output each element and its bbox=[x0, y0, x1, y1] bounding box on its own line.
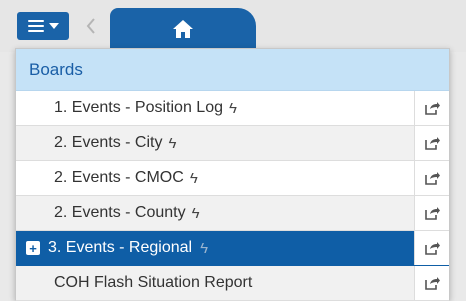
board-item-label: 2. Events - CMOC bbox=[54, 169, 184, 186]
board-item-label: 1. Events - Position Log bbox=[54, 99, 223, 116]
open-external-icon[interactable] bbox=[414, 196, 449, 230]
open-external-icon[interactable] bbox=[414, 231, 449, 265]
boards-panel: Boards 1. Events - Position Log ϟ 2. Eve… bbox=[15, 48, 450, 301]
board-item-label: 2. Events - County bbox=[54, 204, 186, 221]
board-item-city[interactable]: 2. Events - City ϟ bbox=[16, 126, 449, 161]
board-item-flash-report[interactable]: COH Flash Situation Report bbox=[16, 266, 449, 301]
boards-title: Boards bbox=[29, 59, 83, 79]
board-item-position-log[interactable]: 1. Events - Position Log ϟ bbox=[16, 91, 449, 126]
open-external-icon[interactable] bbox=[414, 91, 449, 125]
back-chevron-icon[interactable] bbox=[82, 14, 100, 38]
bolt-icon: ϟ bbox=[228, 99, 237, 117]
boards-header: Boards bbox=[16, 49, 449, 91]
home-icon bbox=[173, 20, 193, 38]
hamburger-icon bbox=[27, 20, 44, 32]
board-item-label: 3. Events - Regional bbox=[48, 239, 193, 256]
board-item-label: COH Flash Situation Report bbox=[54, 274, 253, 291]
board-item-county[interactable]: 2. Events - County ϟ bbox=[16, 196, 449, 231]
bolt-icon: ϟ bbox=[200, 239, 209, 257]
menu-button[interactable] bbox=[17, 12, 69, 40]
bolt-icon: ϟ bbox=[189, 169, 198, 187]
top-bar bbox=[0, 0, 466, 54]
open-external-icon[interactable] bbox=[414, 266, 449, 300]
board-item-regional[interactable]: + 3. Events - Regional ϟ bbox=[16, 231, 449, 266]
open-external-icon[interactable] bbox=[414, 161, 449, 195]
open-external-icon[interactable] bbox=[414, 126, 449, 160]
bolt-icon: ϟ bbox=[168, 134, 177, 152]
board-item-label: 2. Events - City bbox=[54, 134, 163, 151]
board-item-cmoc[interactable]: 2. Events - CMOC ϟ bbox=[16, 161, 449, 196]
caret-down-icon bbox=[48, 23, 59, 29]
bolt-icon: ϟ bbox=[191, 204, 200, 222]
expand-plus-icon[interactable]: + bbox=[26, 241, 40, 255]
